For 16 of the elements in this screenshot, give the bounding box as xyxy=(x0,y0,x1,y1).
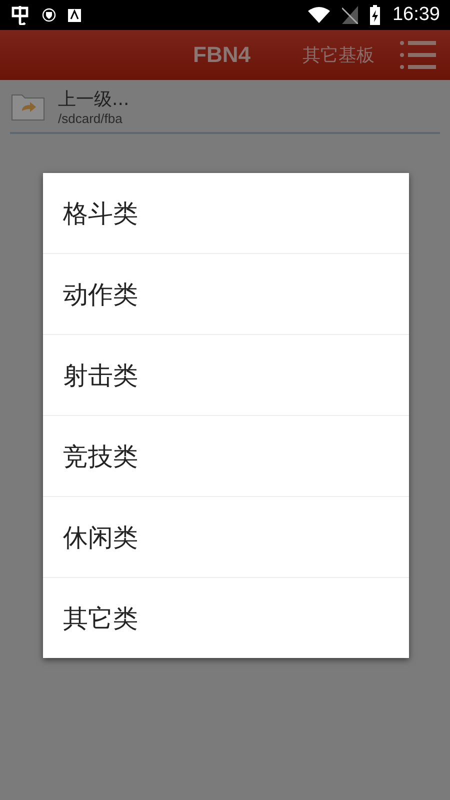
no-signal-icon xyxy=(342,6,358,24)
category-item[interactable]: 竞技类 xyxy=(43,415,409,496)
battery-charging-icon xyxy=(370,5,380,25)
app-notification-icon xyxy=(68,8,81,22)
category-item[interactable]: 射击类 xyxy=(43,334,409,415)
clock-time: 16:39 xyxy=(392,4,440,26)
toolbar-title: FBN4 xyxy=(193,42,250,68)
category-item[interactable]: 动作类 xyxy=(43,253,409,334)
folder-name[interactable]: 上一级... xyxy=(58,86,130,110)
menu-icon[interactable] xyxy=(400,40,436,70)
category-item[interactable]: 格斗类 xyxy=(43,173,409,253)
shield-icon xyxy=(42,8,56,22)
category-item[interactable]: 其它类 xyxy=(43,577,409,658)
wifi-icon xyxy=(308,7,330,23)
folder-path: /sdcard/fba xyxy=(58,110,124,126)
category-item[interactable]: 休闲类 xyxy=(43,496,409,577)
